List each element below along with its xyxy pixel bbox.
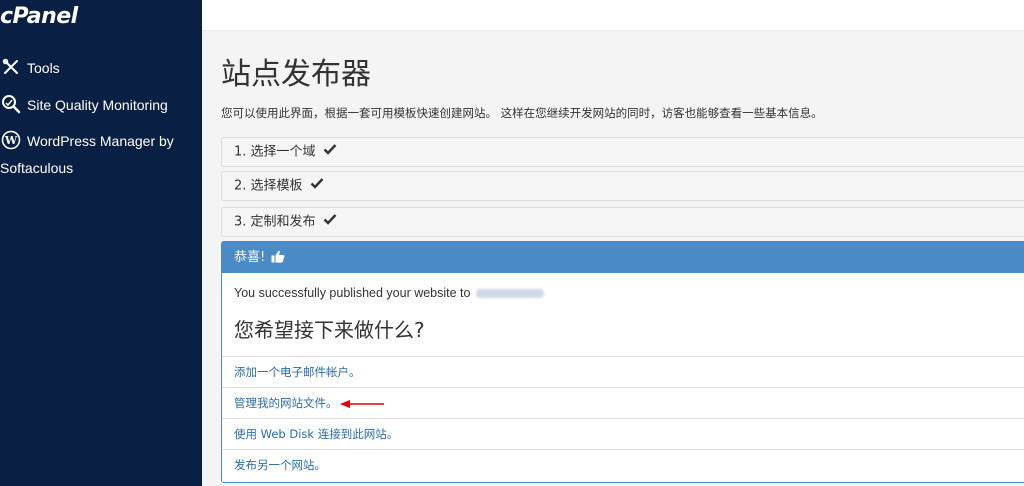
link-row: 使用 Web Disk 连接到此网站。 — [222, 418, 1024, 449]
link-row: 管理我的网站文件。 — [222, 387, 1024, 418]
sidebar-item-label-continued[interactable]: Softaculous — [0, 158, 73, 178]
top-bar — [202, 0, 1024, 31]
step-customize-publish[interactable]: 3. 定制和发布 — [221, 207, 1024, 237]
link-row: 添加一个电子邮件帐户。 — [222, 356, 1024, 387]
web-disk-connect-link[interactable]: 使用 Web Disk 连接到此网站。 — [234, 427, 398, 441]
step-label: 2. 选择模板 — [234, 178, 303, 194]
sidebar-item-label: Site Quality Monitoring — [27, 97, 168, 113]
check-icon — [323, 208, 337, 236]
page-description: 您可以使用此界面，根据一套可用模板快速创建网站。 这样在您继续开发网站的同时，访… — [221, 106, 823, 120]
publish-another-site-link[interactable]: 发布另一个网站。 — [234, 458, 326, 472]
sidebar-item-label: WordPress Manager by — [27, 133, 174, 149]
cpanel-logo[interactable]: cPanel — [0, 4, 78, 29]
wordpress-icon: W — [0, 129, 22, 151]
step-choose-template[interactable]: 2. 选择模板 — [221, 171, 1024, 201]
check-icon — [323, 138, 337, 166]
success-message: You successfully published your website … — [234, 286, 544, 300]
sidebar-item-tools[interactable]: Tools — [0, 56, 202, 81]
tools-icon — [0, 56, 22, 78]
next-steps-heading: 您希望接下来做什么? — [234, 318, 425, 342]
red-arrow-annotation — [340, 400, 384, 408]
manage-website-files-link[interactable]: 管理我的网站文件。 — [234, 396, 338, 410]
step-label: 3. 定制和发布 — [234, 214, 316, 230]
redacted-domain — [475, 289, 544, 299]
sidebar-item-label: Tools — [27, 60, 60, 76]
main-content: 站点发布器 您可以使用此界面，根据一套可用模板快速创建网站。 这样在您继续开发网… — [202, 31, 1024, 486]
sidebar-item-wordpress-manager[interactable]: W WordPress Manager by — [0, 129, 202, 154]
add-email-account-link[interactable]: 添加一个电子邮件帐户。 — [234, 365, 361, 379]
link-row: 发布另一个网站。 — [222, 449, 1024, 480]
sidebar: cPanel Tools Site Quality Monitoring W W… — [0, 0, 202, 486]
svg-text:W: W — [4, 134, 18, 147]
sidebar-item-site-quality-monitoring[interactable]: Site Quality Monitoring — [0, 93, 202, 118]
step-label: 1. 选择一个域 — [234, 144, 316, 160]
panel-heading: 恭喜! — [222, 242, 1024, 273]
site-quality-icon — [0, 93, 22, 115]
page-title: 站点发布器 — [221, 57, 371, 92]
success-message-text: You successfully published your website … — [234, 286, 471, 300]
success-panel: 恭喜! You successfully published your webs… — [221, 241, 1024, 483]
panel-heading-text: 恭喜! — [234, 250, 266, 265]
step-choose-domain[interactable]: 1. 选择一个域 — [221, 137, 1024, 167]
check-icon — [310, 172, 324, 200]
thumbs-up-icon — [271, 244, 285, 275]
